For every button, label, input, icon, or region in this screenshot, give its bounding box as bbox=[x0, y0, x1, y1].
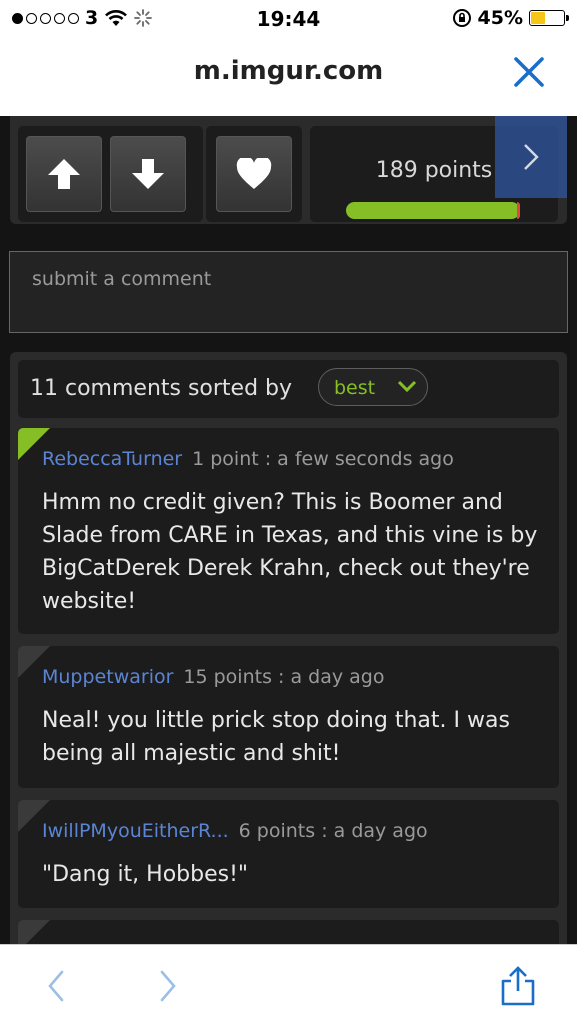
comment-text: "Dang it, Hobbes!" bbox=[42, 862, 249, 887]
upvote-button[interactable] bbox=[26, 136, 102, 212]
chevron-down-icon bbox=[397, 380, 417, 393]
share-button[interactable] bbox=[498, 965, 538, 1007]
comment-meta: 15 points : a day ago bbox=[183, 666, 385, 688]
battery-icon bbox=[529, 10, 569, 26]
comment-input-placeholder: submit a comment bbox=[32, 268, 212, 290]
battery-percent: 45% bbox=[477, 7, 523, 29]
heart-icon bbox=[236, 158, 272, 189]
comment-meta: 1 point : a few seconds ago bbox=[192, 448, 454, 470]
vote-buttons bbox=[18, 126, 203, 222]
orientation-lock-icon bbox=[452, 9, 471, 27]
vote-panel: 189 points bbox=[10, 116, 567, 224]
comment-input[interactable]: submit a comment bbox=[9, 251, 568, 333]
comment-item[interactable]: IwillPMyouEitherR... 6 points : a day ago… bbox=[18, 800, 559, 908]
comment-username[interactable]: Muppetwarior bbox=[42, 666, 173, 688]
comment-vote-indicator bbox=[18, 920, 50, 944]
url-label[interactable]: m.imgur.com bbox=[0, 56, 577, 86]
chevron-right-icon bbox=[160, 970, 176, 1002]
status-bar: 3 19:44 45% bbox=[0, 0, 577, 38]
forward-button[interactable] bbox=[148, 965, 188, 1007]
comment-item[interactable] bbox=[18, 920, 559, 944]
comment-item[interactable]: Muppetwarior 15 points : a day ago Neal! … bbox=[18, 646, 559, 788]
comment-text: Neal! you little prick stop doing that. … bbox=[42, 708, 510, 766]
downvote-button[interactable] bbox=[110, 136, 186, 212]
points-bar bbox=[346, 202, 520, 219]
next-post-button[interactable] bbox=[495, 116, 567, 198]
comments-panel: 11 comments sorted by best RebeccaTurner… bbox=[10, 352, 567, 944]
comment-item[interactable]: RebeccaTurner 1 point : a few seconds ago… bbox=[18, 428, 559, 634]
comments-summary: 11 comments sorted by bbox=[30, 376, 293, 401]
favorite-button[interactable] bbox=[216, 136, 292, 212]
close-icon[interactable] bbox=[509, 52, 549, 92]
comment-meta: 6 points : a day ago bbox=[238, 820, 428, 842]
comments-header: 11 comments sorted by best bbox=[18, 360, 559, 418]
favorite-group bbox=[206, 126, 302, 222]
share-icon bbox=[501, 966, 535, 1006]
chevron-left-icon bbox=[48, 970, 64, 1002]
browser-header: m.imgur.com bbox=[0, 38, 577, 117]
sort-dropdown-value: best bbox=[334, 377, 376, 399]
browser-toolbar bbox=[0, 944, 577, 1024]
comment-text: Hmm no credit given? This is Boomer and … bbox=[42, 490, 538, 614]
back-button[interactable] bbox=[36, 965, 76, 1007]
arrow-down-icon bbox=[132, 159, 164, 189]
arrow-up-icon bbox=[48, 159, 80, 189]
sort-dropdown[interactable]: best bbox=[318, 368, 428, 406]
chevron-right-icon bbox=[524, 144, 539, 170]
comment-username[interactable]: IwillPMyouEitherR... bbox=[42, 820, 229, 842]
page-content: 189 points submit a comment 11 comments … bbox=[0, 116, 577, 944]
comment-username[interactable]: RebeccaTurner bbox=[42, 448, 182, 470]
